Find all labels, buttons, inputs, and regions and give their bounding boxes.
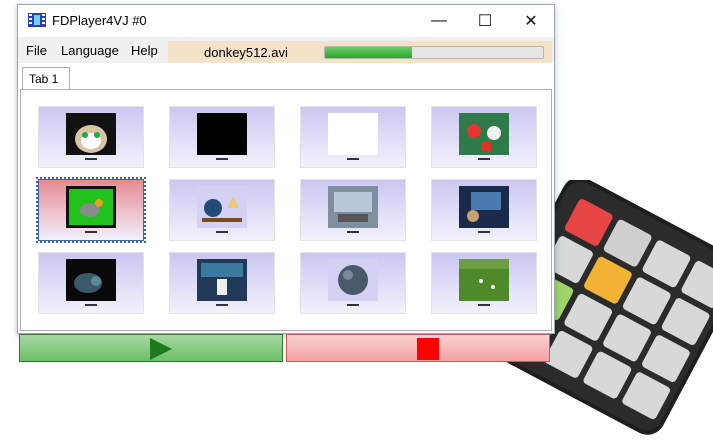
video-thumbnail[interactable] bbox=[169, 106, 275, 168]
tab-label: Tab 1 bbox=[29, 72, 59, 86]
video-thumbnail[interactable] bbox=[300, 252, 406, 314]
menu-language[interactable]: Language bbox=[61, 43, 119, 58]
video-thumbnail[interactable] bbox=[300, 106, 406, 168]
video-thumbnail[interactable] bbox=[36, 177, 146, 243]
app-window: FDPlayer4VJ #0 — ☐ ✕ File Language Help … bbox=[17, 4, 555, 334]
window-title: FDPlayer4VJ #0 bbox=[52, 13, 147, 28]
thumbnail-caption-mark bbox=[347, 304, 359, 306]
thumbnail-image bbox=[328, 113, 378, 155]
thumbnail-image bbox=[66, 259, 116, 301]
thumbnail-image bbox=[197, 113, 247, 155]
video-thumbnail[interactable] bbox=[169, 179, 275, 241]
stop-button[interactable] bbox=[286, 334, 550, 362]
thumbnail-caption-mark bbox=[85, 304, 97, 306]
close-button[interactable]: ✕ bbox=[508, 5, 554, 37]
video-thumbnail[interactable] bbox=[38, 106, 144, 168]
now-playing-filename: donkey512.avi bbox=[204, 45, 288, 60]
play-button[interactable] bbox=[19, 334, 283, 362]
thumbnail-caption-mark bbox=[216, 304, 228, 306]
tab-1[interactable]: Tab 1 bbox=[22, 67, 70, 90]
video-thumbnail[interactable] bbox=[300, 179, 406, 241]
play-icon bbox=[150, 338, 172, 360]
thumbnail-image bbox=[459, 259, 509, 301]
thumbnail-caption-mark bbox=[216, 158, 228, 160]
minimize-button[interactable]: — bbox=[416, 5, 462, 37]
thumbnail-image bbox=[66, 186, 116, 228]
thumbnail-image bbox=[66, 113, 116, 155]
thumbnail-image bbox=[459, 113, 509, 155]
title-bar[interactable]: FDPlayer4VJ #0 — ☐ ✕ bbox=[18, 5, 554, 37]
video-thumbnail[interactable] bbox=[431, 252, 537, 314]
thumbnail-caption-mark bbox=[478, 231, 490, 233]
playback-progress-fill bbox=[325, 47, 413, 58]
video-thumbnail[interactable] bbox=[38, 252, 144, 314]
thumbnail-caption-mark bbox=[85, 231, 97, 233]
thumbnail-image bbox=[197, 186, 247, 228]
now-playing-bar: donkey512.avi bbox=[168, 41, 552, 63]
thumbnail-caption-mark bbox=[478, 304, 490, 306]
thumbnail-panel bbox=[20, 89, 552, 331]
video-thumbnail[interactable] bbox=[431, 106, 537, 168]
video-thumbnail[interactable] bbox=[169, 252, 275, 314]
playback-progress[interactable] bbox=[324, 46, 544, 59]
maximize-button[interactable]: ☐ bbox=[462, 5, 508, 37]
thumbnail-caption-mark bbox=[347, 231, 359, 233]
thumbnail-caption-mark bbox=[347, 158, 359, 160]
film-strip-icon bbox=[28, 13, 46, 27]
thumbnail-image bbox=[459, 186, 509, 228]
video-thumbnail[interactable] bbox=[431, 179, 537, 241]
thumbnail-image bbox=[197, 259, 247, 301]
menu-help[interactable]: Help bbox=[131, 43, 158, 58]
thumbnail-image bbox=[328, 186, 378, 228]
stop-icon bbox=[417, 338, 439, 360]
thumbnail-image bbox=[328, 259, 378, 301]
thumbnail-caption-mark bbox=[216, 231, 228, 233]
thumbnail-caption-mark bbox=[85, 158, 97, 160]
menu-file[interactable]: File bbox=[26, 43, 47, 58]
menu-bar: File Language Help donkey512.avi bbox=[18, 37, 554, 63]
thumbnail-caption-mark bbox=[478, 158, 490, 160]
